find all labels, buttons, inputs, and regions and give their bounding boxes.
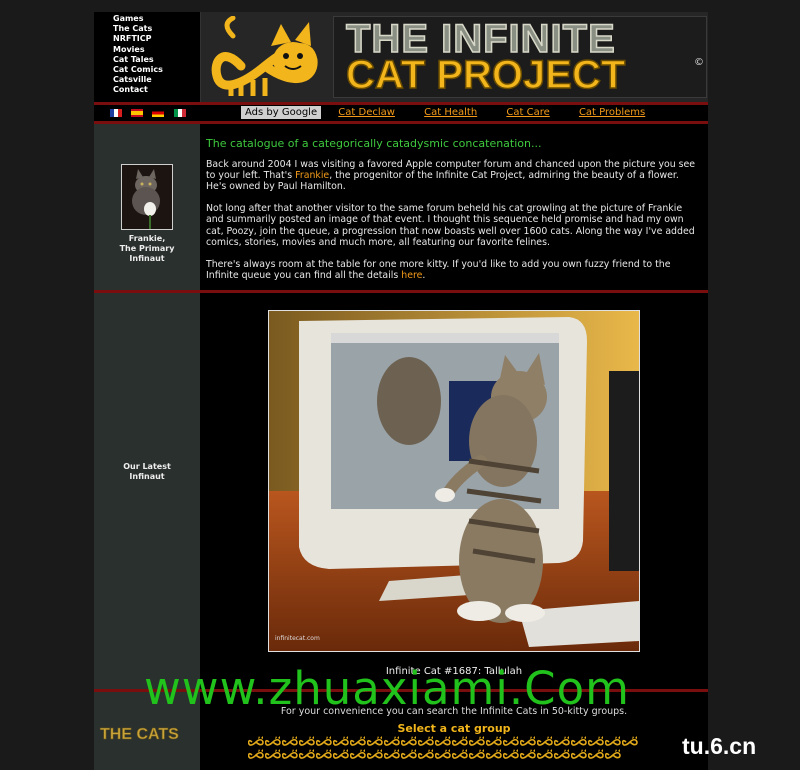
cat-group-icon[interactable] [384,736,400,747]
cat-group-icon[interactable] [282,736,298,747]
cat-group-icon[interactable] [486,749,502,760]
cat-group-icon[interactable] [418,749,434,760]
header-banner: THE INFINITE CAT PROJECT © [200,12,708,102]
cat-group-icon[interactable] [588,736,604,747]
cat-group-selector [248,736,668,762]
cat-group-icon[interactable] [367,749,383,760]
cat-group-icon[interactable] [554,736,570,747]
cat-group-icon[interactable] [316,736,332,747]
spanish-flag-icon[interactable] [131,109,144,117]
site-title[interactable]: THE INFINITE CAT PROJECT © [333,16,707,98]
photo-caption: Infinite Cat #1687: Tallulah [385,666,523,677]
the-cats-logo[interactable]: THE CATS [100,726,179,744]
cat-group-icon[interactable] [299,749,315,760]
intro-paragraph-3: There's always room at the table for one… [206,258,671,281]
submission-details-link[interactable]: here [401,270,422,281]
frankie-link[interactable]: Frankie [295,170,329,181]
cat-group-icon[interactable] [418,736,434,747]
nav-item-the-cats[interactable]: The Cats [113,24,200,34]
intro-paragraph-1: Back around 2004 I was visiting a favore… [206,159,696,193]
cat-group-icon[interactable] [265,736,281,747]
cat-group-icon[interactable] [537,736,553,747]
cat-group-icon[interactable] [537,749,553,760]
cat-group-icon[interactable] [554,749,570,760]
cat-group-icon[interactable] [520,736,536,747]
cat-group-icon[interactable] [469,736,485,747]
nav-item-nrfticp[interactable]: NRFTICP [113,34,200,44]
tagline: The catalogue of a categorically catadys… [206,137,542,150]
cat-group-icon[interactable] [469,749,485,760]
cat-group-icon[interactable] [503,749,519,760]
latest-panel: Our Latest Infinaut [94,293,200,689]
cat-group-icon[interactable] [605,749,621,760]
nav-item-cat-tales[interactable]: Cat Tales [113,55,200,65]
cat-group-icon[interactable] [299,736,315,747]
nav-item-catsville[interactable]: Catsville [113,75,200,85]
frankie-photo[interactable] [121,164,173,230]
cat-group-icon[interactable] [452,749,468,760]
latest-cat-photo[interactable]: infinitecat.com [268,310,640,652]
french-flag-icon[interactable] [110,109,122,117]
cat-group-icon[interactable] [452,736,468,747]
cat-group-icon[interactable] [350,736,366,747]
cat-group-icon[interactable] [503,736,519,747]
frankie-caption: Frankie, The Primary Infinaut [119,234,175,263]
cat-group-icon[interactable] [333,736,349,747]
cat-group-icon[interactable] [248,749,264,760]
intro-text: The catalogue of a categorically catadys… [206,136,700,292]
cat-group-icon[interactable] [435,749,451,760]
ad-bar: Ads by Google Cat Declaw Cat Health Cat … [241,106,671,119]
intro-paragraph-2: Not long after that another visitor to t… [206,203,695,248]
divider [94,102,708,105]
nav-item-games[interactable]: Games [113,14,200,24]
select-cat-group-label: Select a cat group [397,722,511,735]
cat-group-icon[interactable] [282,749,298,760]
latest-infinaut-caption: Our Latest Infinaut [123,462,171,481]
cat-group-icon[interactable] [571,749,587,760]
infinity-cat-logo[interactable] [211,16,319,100]
cat-group-icon[interactable] [605,736,621,747]
page-container: Games The Cats NRFTICP Movies Cat Tales … [94,12,708,770]
title-line-2: CAT PROJECT [345,53,626,97]
ad-link-cat-declaw[interactable]: Cat Declaw [338,107,395,118]
cat-group-icon[interactable] [486,736,502,747]
main-nav: Games The Cats NRFTICP Movies Cat Tales … [94,12,200,102]
cat-group-icon[interactable] [520,749,536,760]
cat-group-icon[interactable] [622,736,638,747]
copyright-mark: © [694,57,704,68]
photo-watermark: infinitecat.com [275,635,320,642]
ad-link-cat-problems[interactable]: Cat Problems [579,107,645,118]
cat-group-icon[interactable] [333,749,349,760]
nav-item-movies[interactable]: Movies [113,45,200,55]
ads-by-google-label[interactable]: Ads by Google [241,106,322,119]
nav-item-contact[interactable]: Contact [113,85,200,95]
cat-group-icon[interactable] [350,749,366,760]
cat-group-row [248,749,668,762]
cat-group-icon[interactable] [401,736,417,747]
cat-group-row [248,736,668,749]
cat-group-icon[interactable] [248,736,264,747]
cat-group-icon[interactable] [571,736,587,747]
cat-group-icon[interactable] [265,749,281,760]
nav-item-cat-comics[interactable]: Cat Comics [113,65,200,75]
frankie-panel: Frankie, The Primary Infinaut [94,124,200,290]
italian-flag-icon[interactable] [173,109,186,117]
ad-link-cat-health[interactable]: Cat Health [424,107,477,118]
cat-group-icon[interactable] [316,749,332,760]
groups-intro-text: For your convenience you can search the … [280,706,628,717]
cat-group-icon[interactable] [384,749,400,760]
ad-link-cat-care[interactable]: Cat Care [506,107,549,118]
cat-group-icon[interactable] [401,749,417,760]
cat-group-icon[interactable] [367,736,383,747]
language-flags [110,109,192,120]
cat-group-icon[interactable] [435,736,451,747]
german-flag-icon[interactable] [152,109,165,117]
cat-group-icon[interactable] [588,749,604,760]
